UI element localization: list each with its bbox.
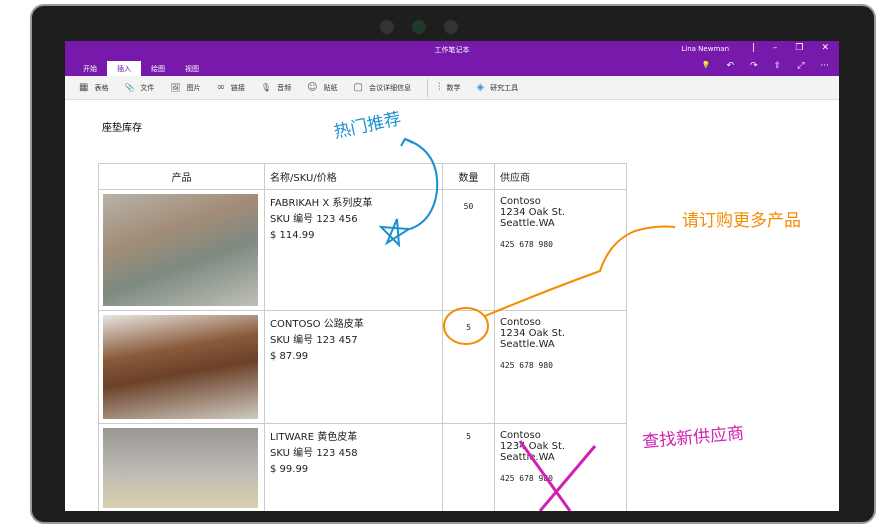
onenote-window: 工作笔记本 Lina Newman | – ❐ ✕ 开始 插入 绘图 视图 💡 … [65, 41, 839, 511]
orange-line-ink [484, 225, 676, 317]
orange-circle-ink [443, 307, 489, 345]
annotation-reorder: 请订购更多产品 [682, 211, 801, 231]
blue-star-ink [378, 218, 413, 248]
blue-arrow-head [400, 137, 414, 147]
magenta-cross-ink [518, 440, 597, 511]
blue-arrow-ink [404, 138, 439, 230]
camera-icon [380, 20, 394, 34]
camera-icon [444, 20, 458, 34]
camera-icon [412, 20, 426, 34]
